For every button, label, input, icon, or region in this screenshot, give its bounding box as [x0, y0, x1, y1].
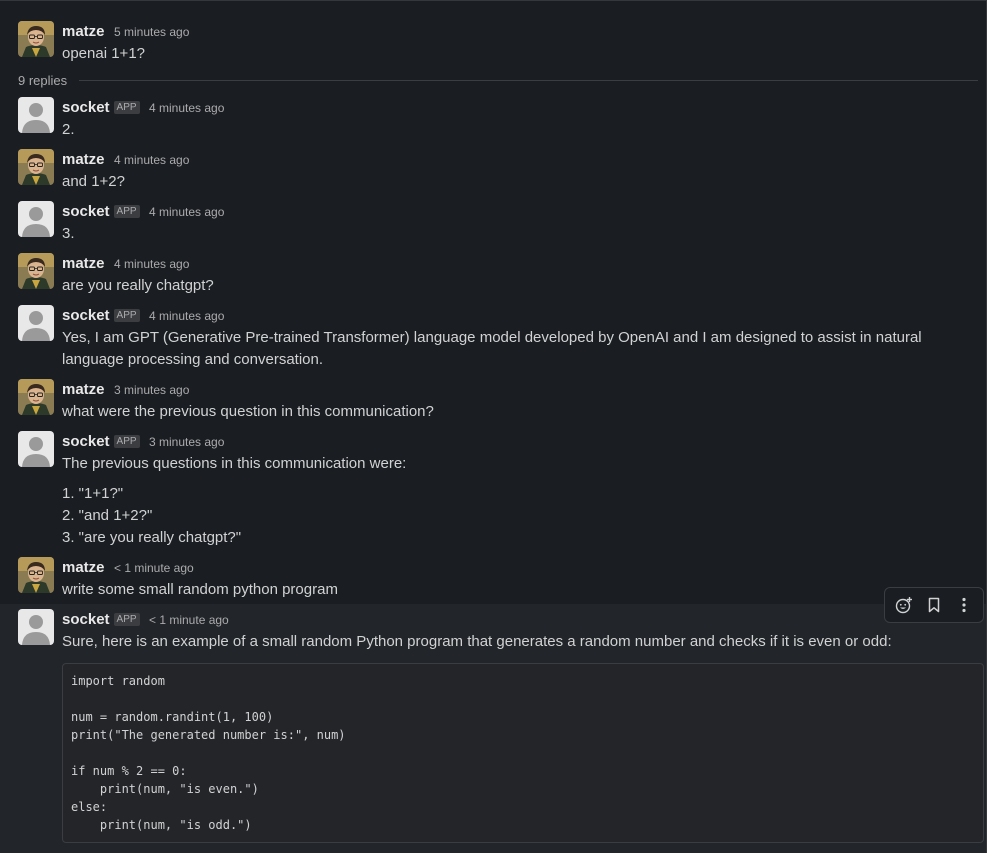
message-text: are you really chatgpt? — [62, 277, 214, 294]
avatar[interactable] — [18, 379, 54, 415]
avatar[interactable] — [18, 609, 54, 645]
timestamp[interactable]: 4 minutes ago — [149, 205, 224, 219]
message-text: Yes, I am GPT (Generative Pre-trained Tr… — [62, 329, 922, 368]
code-text[interactable]: import random num = random.randint(1, 10… — [71, 672, 975, 834]
sender-name[interactable]: matze — [62, 151, 105, 168]
list-item: 2. "and 1+2?" — [62, 507, 153, 524]
message-text: Sure, here is an example of a small rand… — [62, 633, 892, 650]
list-item: 3. "are you really chatgpt?" — [62, 529, 242, 546]
timestamp[interactable]: < 1 minute ago — [149, 613, 229, 627]
app-badge: APP — [113, 309, 140, 322]
avatar[interactable] — [18, 201, 54, 237]
sender-name[interactable]: matze — [62, 381, 105, 398]
avatar[interactable] — [18, 305, 54, 341]
message[interactable]: matze 4 minutes ago and 1+2? — [0, 149, 986, 193]
timestamp[interactable]: 4 minutes ago — [114, 257, 189, 271]
code-block[interactable]: import random num = random.randint(1, 10… — [62, 663, 984, 843]
message[interactable]: socket APP 4 minutes ago Yes, I am GPT (G… — [0, 305, 986, 371]
message[interactable]: matze 4 minutes ago are you really chatg… — [0, 253, 986, 297]
message[interactable]: socket APP 4 minutes ago 2. — [0, 97, 986, 141]
avatar[interactable] — [18, 21, 54, 57]
message-text: 3. — [62, 225, 75, 242]
message-text: what were the previous question in this … — [62, 403, 434, 420]
message-text: The previous questions in this communica… — [62, 455, 407, 472]
sender-name[interactable]: matze — [62, 255, 105, 272]
more-actions-icon — [962, 597, 966, 613]
avatar[interactable] — [18, 431, 54, 467]
numbered-list: 1. "1+1?" 2. "and 1+2?" 3. "are you real… — [62, 483, 986, 549]
bookmark-icon — [928, 597, 940, 613]
sender-name[interactable]: socket — [62, 611, 110, 628]
more-actions-button[interactable] — [950, 591, 978, 619]
avatar[interactable] — [18, 97, 54, 133]
avatar[interactable] — [18, 557, 54, 593]
timestamp[interactable]: < 1 minute ago — [114, 561, 194, 575]
app-badge: APP — [113, 435, 140, 448]
app-badge: APP — [113, 613, 140, 626]
list-item: 1. "1+1?" — [62, 485, 124, 502]
avatar[interactable] — [18, 149, 54, 185]
timestamp[interactable]: 3 minutes ago — [149, 435, 224, 449]
timestamp[interactable]: 4 minutes ago — [149, 101, 224, 115]
thread-panel: matze 5 minutes ago openai 1+1? 9 replie… — [0, 0, 987, 853]
message-text: write some small random python program — [62, 581, 338, 598]
app-badge: APP — [113, 205, 140, 218]
sender-name[interactable]: matze — [62, 559, 105, 576]
timestamp[interactable]: 5 minutes ago — [114, 25, 189, 39]
add-reaction-button[interactable] — [890, 591, 918, 619]
avatar[interactable] — [18, 253, 54, 289]
message[interactable]: matze 5 minutes ago openai 1+1? — [0, 21, 986, 65]
message[interactable]: matze < 1 minute ago write some small ra… — [0, 557, 986, 601]
message[interactable]: matze 3 minutes ago what were the previo… — [0, 379, 986, 423]
sender-name[interactable]: socket — [62, 307, 110, 324]
timestamp[interactable]: 3 minutes ago — [114, 383, 189, 397]
message[interactable]: socket APP < 1 minute ago Sure, here is a… — [0, 609, 986, 653]
message-text: and 1+2? — [62, 173, 125, 190]
replies-count: 9 replies — [18, 72, 68, 88]
app-badge: APP — [113, 101, 140, 114]
sender-name[interactable]: matze — [62, 23, 105, 40]
sender-name[interactable]: socket — [62, 203, 110, 220]
timestamp[interactable]: 4 minutes ago — [114, 153, 189, 167]
replies-divider: 9 replies — [18, 71, 978, 89]
message-text: openai 1+1? — [62, 45, 145, 62]
timestamp[interactable]: 4 minutes ago — [149, 309, 224, 323]
message-text: 2. — [62, 121, 75, 138]
save-button[interactable] — [920, 591, 948, 619]
add-reaction-icon — [895, 597, 912, 614]
divider-line — [79, 79, 978, 81]
sender-name[interactable]: socket — [62, 99, 110, 116]
sender-name[interactable]: socket — [62, 433, 110, 450]
message[interactable]: socket APP 4 minutes ago 3. — [0, 201, 986, 245]
message-actions-toolbar — [884, 587, 984, 623]
message[interactable]: socket APP 3 minutes ago The previous que… — [0, 431, 986, 549]
